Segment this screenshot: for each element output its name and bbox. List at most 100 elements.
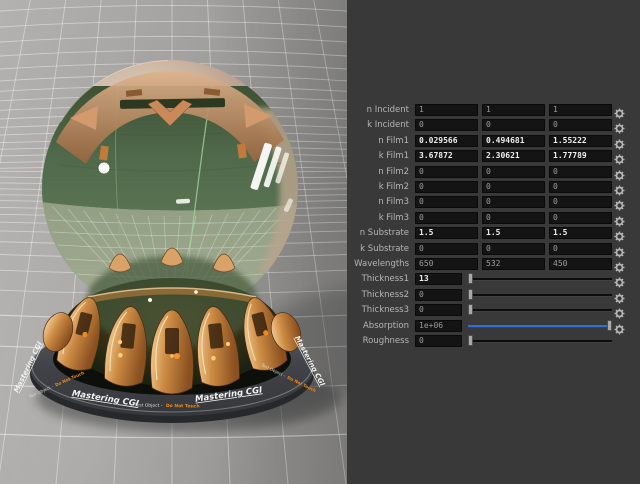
parameter-label: k Substrate [360, 243, 409, 254]
value-field[interactable]: 0 [549, 196, 612, 209]
slider-handle[interactable] [468, 335, 473, 346]
gear-icon[interactable] [613, 181, 626, 197]
value-field[interactable]: 0 [415, 181, 478, 193]
gear-icon[interactable] [613, 150, 626, 166]
gear-icon[interactable] [613, 304, 626, 320]
value-field[interactable]: 0 [549, 242, 612, 255]
value-field[interactable]: 0 [549, 181, 612, 193]
value-field[interactable]: 532 [482, 258, 545, 270]
value-field[interactable]: 0 [415, 304, 462, 317]
value-field[interactable]: 1.77789 [549, 150, 612, 163]
value-field[interactable]: 13 [415, 273, 462, 286]
gear-icon[interactable] [613, 289, 626, 305]
specular-dot [98, 162, 110, 174]
warning-emphasis: Do Not Touch [166, 403, 200, 410]
value-field[interactable]: 1 [415, 104, 478, 116]
parameter-row-thickness2: Thickness2 0 [347, 287, 640, 305]
parameter-row-k-incident: k Incident 0 0 0 [347, 117, 640, 135]
slider-track[interactable] [468, 324, 612, 328]
shader-ball-render: Mastering CGI Mastering CGI Mastering CG… [0, 0, 521, 484]
parameter-label: k Incident [367, 120, 409, 131]
value-field[interactable]: 450 [549, 258, 612, 270]
parameter-row-thickness1: Thickness1 13 [347, 271, 640, 289]
value-field[interactable]: 0 [482, 165, 545, 178]
value-field[interactable]: 0 [482, 181, 545, 193]
slider-fill [468, 324, 610, 327]
value-field[interactable]: 1 [482, 104, 545, 116]
parameter-row-n-film1: n Film1 0.029566 0.494681 1.55222 [347, 133, 640, 151]
gear-icon[interactable] [613, 119, 626, 135]
parameter-row-wavelengths: Wavelengths 650 532 450 [347, 256, 640, 274]
value-field[interactable]: 1 [549, 104, 612, 116]
parameter-label: Thickness3 [361, 305, 409, 316]
gear-icon[interactable] [613, 166, 626, 181]
value-field[interactable]: 1e+06 [415, 319, 462, 332]
value-field[interactable]: 3.67872 [415, 150, 478, 163]
value-field[interactable]: 650 [415, 258, 478, 270]
value-field[interactable]: 0 [415, 119, 478, 132]
value-field[interactable]: 0 [415, 242, 478, 255]
gear-icon[interactable] [613, 243, 626, 258]
gear-icon[interactable] [613, 104, 626, 120]
gear-icon[interactable] [613, 196, 626, 212]
parameter-label: Absorption [362, 320, 409, 331]
parameter-row-k-film2: k Film2 0 0 0 [347, 179, 640, 197]
parameter-row-n-substrate: n Substrate 1.5 1.5 1.5 [347, 225, 640, 243]
gear-icon[interactable] [613, 227, 626, 243]
gear-icon[interactable] [613, 320, 626, 335]
slider-handle[interactable] [468, 273, 473, 285]
value-field[interactable]: 0 [415, 335, 462, 347]
value-field[interactable]: 1.5 [482, 227, 545, 240]
value-field[interactable]: 0 [415, 288, 462, 301]
value-field[interactable]: 0.494681 [482, 134, 545, 147]
gear-icon[interactable] [613, 212, 626, 228]
value-field[interactable]: 0 [482, 119, 545, 132]
slider-track[interactable] [468, 340, 612, 343]
value-field[interactable]: 0 [482, 196, 545, 209]
value-field[interactable]: 0 [415, 196, 478, 209]
parameter-row-k-film1: k Film1 3.67872 2.30621 1.77789 [347, 148, 640, 166]
parameter-label: Wavelengths [354, 259, 409, 269]
value-field[interactable]: 2.30621 [482, 150, 545, 163]
slider-handle[interactable] [468, 288, 473, 300]
warning-prefix: Test Object - [133, 402, 162, 409]
value-field[interactable]: 0 [482, 242, 545, 255]
value-field[interactable]: 0 [549, 165, 612, 178]
slider-handle[interactable] [468, 304, 473, 316]
gear-icon[interactable] [613, 273, 626, 289]
slider-handle[interactable] [607, 319, 612, 331]
render-viewport[interactable]: Mastering CGI Mastering CGI Mastering CG… [0, 0, 521, 484]
parameter-label: n Incident [366, 105, 409, 115]
slider-track[interactable] [468, 293, 612, 297]
parameter-row-n-incident: n Incident 1 1 1 [347, 102, 640, 120]
app-window: Mastering CGI Mastering CGI Mastering CG… [0, 0, 640, 484]
parameter-label: k Film1 [378, 151, 409, 162]
gear-icon[interactable] [613, 135, 626, 151]
parameter-row-absorption: Absorption 1e+06 [347, 318, 640, 335]
value-field[interactable]: 1.55222 [549, 134, 612, 147]
value-field[interactable]: 0 [415, 211, 478, 224]
value-field[interactable]: 1.5 [549, 227, 612, 240]
warning-text: Test Object - Do Not Touch [133, 402, 199, 409]
parameter-row-thickness3: Thickness3 0 [347, 302, 640, 320]
value-field[interactable]: 0 [482, 211, 545, 224]
parameter-label: Roughness [362, 336, 409, 346]
value-field[interactable]: 1.5 [415, 227, 478, 240]
gear-icon[interactable] [613, 258, 626, 274]
parameter-label: Thickness1 [361, 274, 409, 285]
parameter-label: k Film2 [378, 182, 409, 192]
parameter-label: n Film1 [378, 135, 409, 146]
value-field[interactable]: 0 [415, 165, 478, 178]
parameter-row-n-film3: n Film3 0 0 0 [347, 194, 640, 212]
parameter-label: n Film3 [378, 197, 409, 208]
parameter-label: n Substrate [359, 228, 409, 239]
value-field[interactable]: 0 [549, 211, 612, 224]
value-field[interactable]: 0 [549, 119, 612, 132]
slider-track[interactable] [468, 309, 612, 313]
parameter-row-roughness: Roughness 0 [347, 333, 640, 349]
parameter-label: n Film2 [378, 166, 409, 177]
parameter-label: Thickness2 [361, 289, 409, 300]
parameter-row-k-film3: k Film3 0 0 0 [347, 210, 640, 228]
value-field[interactable]: 0.029566 [415, 134, 478, 147]
slider-track[interactable] [468, 278, 612, 282]
